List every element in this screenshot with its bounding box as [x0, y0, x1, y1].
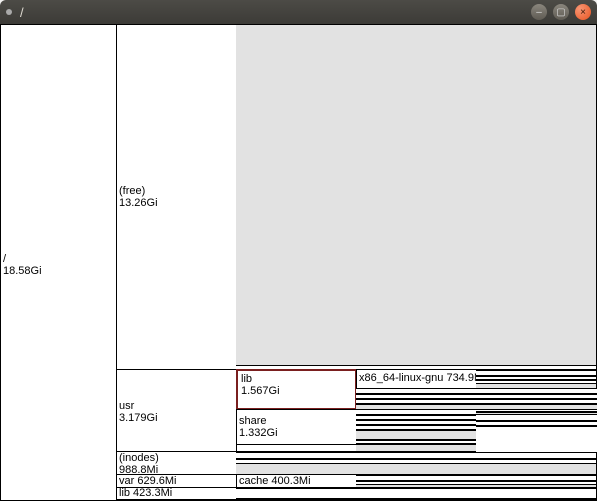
cell-root[interactable]: / 18.58Gi: [0, 24, 117, 501]
cell-var[interactable]: var 629.6Mi: [116, 474, 237, 488]
cell-usr-size: 3.179Gi: [119, 412, 158, 424]
cell-usr-lib-name: lib: [241, 373, 280, 385]
cell-usr-share[interactable]: share 1.332Gi: [236, 409, 357, 445]
titlebar: / – ▢ ×: [0, 0, 597, 24]
cell-usr-share-size: 1.332Gi: [239, 427, 278, 439]
cell-var-cache-name: cache 400.3Mi: [239, 475, 311, 487]
maximize-button[interactable]: ▢: [553, 4, 569, 20]
cell-inodes[interactable]: (inodes) 988.8Mi: [116, 451, 237, 475]
window-title: /: [20, 5, 24, 20]
cell-x86-name: x86_64-linux-gnu 734.9M: [359, 372, 477, 384]
cell-free-name: (free): [119, 185, 158, 197]
cell-var-cache[interactable]: cache 400.3Mi: [236, 474, 357, 488]
cell-var-cache-children[interactable]: [356, 474, 597, 488]
cell-free-children[interactable]: [236, 24, 597, 370]
cell-usr[interactable]: usr 3.179Gi: [116, 369, 237, 452]
cell-root-size: 18.58Gi: [3, 265, 42, 277]
close-button[interactable]: ×: [575, 4, 591, 20]
app-indicator-icon: [6, 9, 12, 15]
cell-root-name: /: [3, 253, 42, 265]
treemap-content: / 18.58Gi (free) 13.26Gi usr 3.179Gi (in…: [0, 24, 597, 501]
cell-usr-lib-size: 1.567Gi: [241, 385, 280, 397]
cell-usr-lib-stripes[interactable]: [356, 388, 597, 410]
cell-x86-children[interactable]: [476, 369, 597, 389]
cell-free[interactable]: (free) 13.26Gi: [116, 24, 237, 370]
cell-lib2-name: lib 423.3Mi: [119, 487, 172, 499]
cell-usr-lib[interactable]: lib 1.567Gi: [236, 369, 357, 410]
cell-free-size: 13.26Gi: [119, 197, 158, 209]
cell-inodes-name: (inodes): [119, 452, 159, 464]
cell-var-name: var 629.6Mi: [119, 475, 176, 487]
cell-usr-name: usr: [119, 400, 158, 412]
cell-usr-share-name: share: [239, 415, 278, 427]
minimize-button[interactable]: –: [531, 4, 547, 20]
cell-x86[interactable]: x86_64-linux-gnu 734.9M: [356, 369, 477, 389]
cell-usr-extra[interactable]: [236, 444, 357, 452]
cell-inodes-children[interactable]: [236, 451, 597, 475]
cell-deep-stripes[interactable]: [476, 409, 597, 452]
